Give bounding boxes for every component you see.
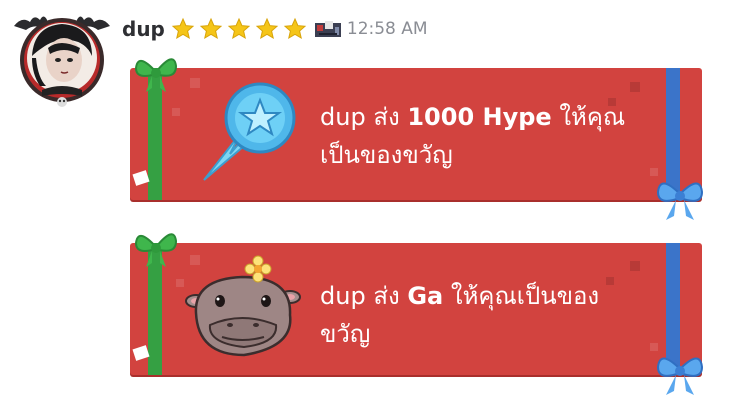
green-bow-icon [134,233,178,267]
gift-message: dup ส่ง 1000 Hype ให้คุณเป็นของขวัญ [320,98,650,174]
hype-comet-icon [203,82,296,181]
gift-verb: ส่ง [373,103,400,131]
blue-bow-icon [656,357,704,395]
message-header: dup 12:58 AM [122,14,428,44]
star-badges [171,17,311,41]
gift-verb: ส่ง [373,282,400,310]
star-icon [171,17,195,40]
blue-bow-icon [656,182,704,220]
star-icon [227,17,251,40]
gift-card[interactable]: dup ส่ง Ga ให้คุณเป็นของขวัญ [130,233,704,395]
avatar[interactable] [12,8,112,108]
gift-item: Ga [407,282,444,310]
star-icon [199,17,223,40]
pixel-badge-icon [314,21,341,37]
ga-hippo-icon [185,255,301,357]
username[interactable]: dup [122,17,165,41]
avatar-frame-icon [14,16,110,107]
gift-sender: dup [320,103,366,131]
gift-message: dup ส่ง Ga ให้คุณเป็นของขวัญ [320,277,640,353]
timestamp: 12:58 AM [346,19,428,39]
star-icon [255,17,279,40]
gift-item: 1000 Hype [407,103,552,131]
green-bow-icon [134,58,178,92]
gift-card[interactable]: dup ส่ง 1000 Hype ให้คุณเป็นของขวัญ [130,58,704,220]
star-icon [283,17,307,40]
gift-sender: dup [320,282,366,310]
